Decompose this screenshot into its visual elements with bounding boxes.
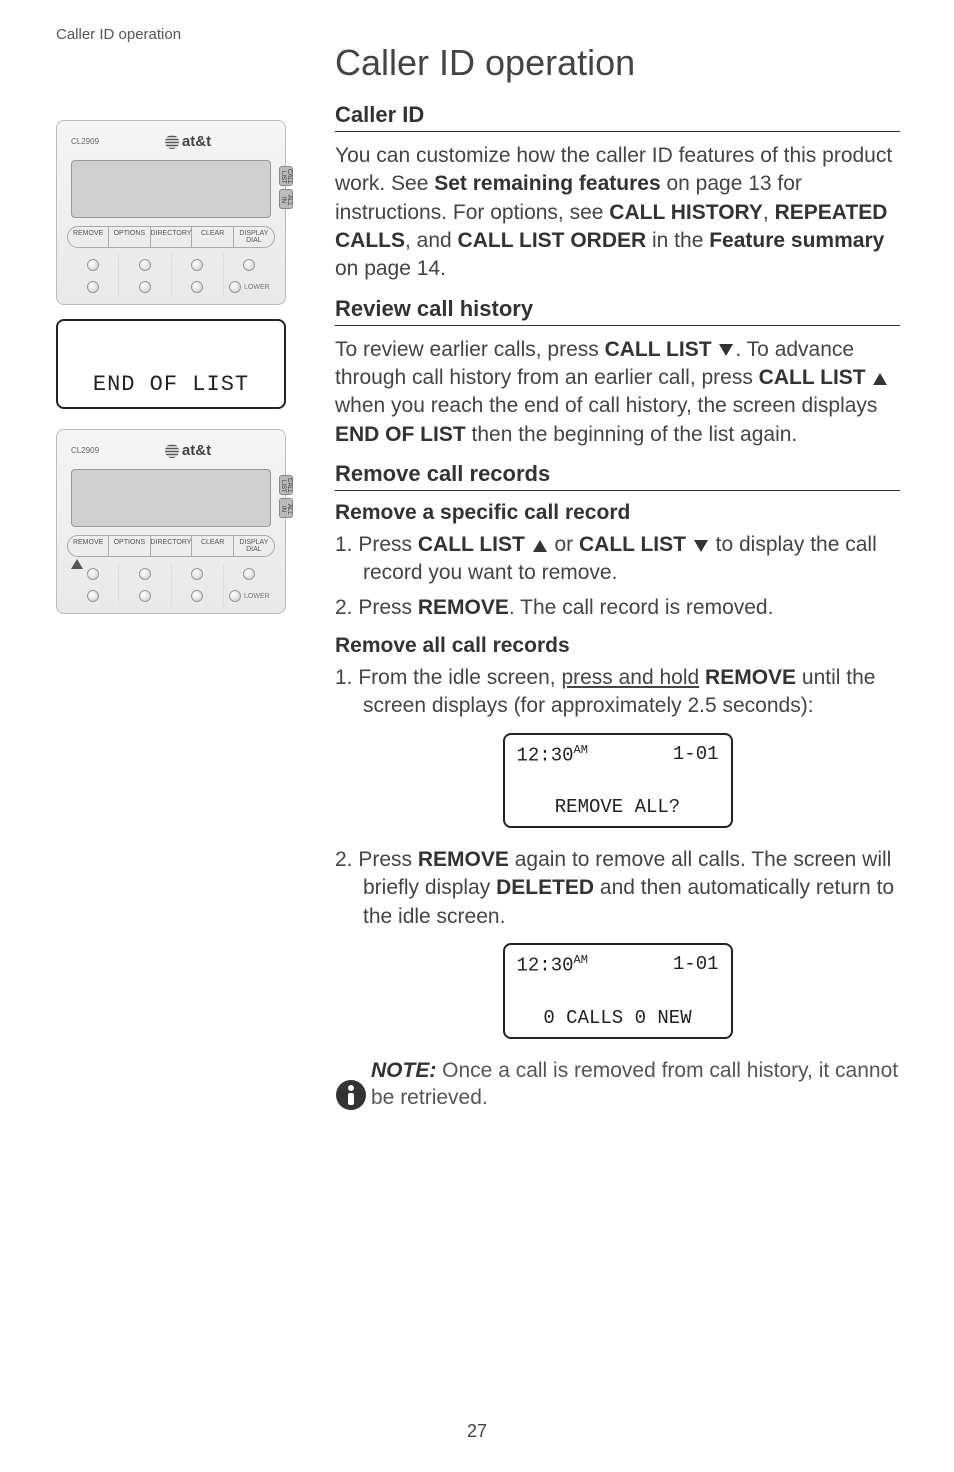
remove-all-step2: 2. Press REMOVE again to remove all call… — [335, 846, 900, 931]
att-logo: at&t — [105, 133, 271, 150]
directory-label: DIRECTORY — [151, 227, 193, 247]
clear-label: CLEAR — [192, 536, 233, 556]
phone-label-row: REMOVE OPTIONS DIRECTORY CLEAR DISPLAY D… — [67, 226, 275, 248]
remove-specific-step1: 1. Press CALL LIST or CALL LIST to displ… — [335, 531, 900, 588]
phone-button — [87, 259, 99, 271]
triangle-down-icon — [719, 344, 733, 356]
phone-illustration-2: CL2909 at&t CALL LIST ALL IN REMOVE OPTI… — [56, 429, 286, 614]
phone-model: CL2909 — [71, 137, 99, 146]
remove-all-heading: Remove all call records — [335, 634, 900, 658]
display-dial-label: DISPLAY DIAL — [234, 227, 274, 247]
screen-message: REMOVE ALL? — [517, 796, 719, 818]
phone-button — [139, 568, 151, 580]
caller-id-heading: Caller ID — [335, 102, 900, 132]
phone-button — [139, 590, 151, 602]
screen-time: 12:30 — [517, 744, 574, 766]
options-label: OPTIONS — [109, 536, 150, 556]
phone-button — [229, 590, 241, 602]
att-logo: at&t — [105, 442, 271, 459]
screen-ampm: AM — [574, 953, 588, 967]
phone-model: CL2909 — [71, 446, 99, 455]
triangle-down-icon — [694, 540, 708, 552]
remove-all-screen: 12:30AM 1-01 REMOVE ALL? — [503, 733, 733, 828]
phone-button — [191, 281, 203, 293]
remove-specific-step2: 2. Press REMOVE. The call record is remo… — [335, 594, 900, 622]
screen-ampm: AM — [574, 743, 588, 757]
caller-id-text: You can customize how the caller ID feat… — [335, 142, 900, 284]
review-history-heading: Review call history — [335, 296, 900, 326]
screen-date: 1-01 — [673, 953, 719, 976]
phone-label-row: REMOVE OPTIONS DIRECTORY CLEAR DISPLAY D… — [67, 535, 275, 557]
left-column: CL2909 at&t CALL LIST ALL IN REMOVE OPTI… — [56, 120, 296, 628]
all-in-side-button: ALL IN — [279, 189, 293, 209]
triangle-up-icon — [533, 540, 547, 552]
remove-label: REMOVE — [68, 536, 109, 556]
page-header: Caller ID operation — [56, 26, 181, 43]
call-list-side-button: CALL LIST — [279, 475, 293, 495]
note-text: Once a call is removed from call history… — [371, 1059, 898, 1109]
phone-lcd — [71, 469, 271, 527]
page-title: Caller ID operation — [335, 42, 900, 84]
phone-button — [243, 568, 255, 580]
screen-date: 1-01 — [673, 743, 719, 766]
idle-screen: 12:30AM 1-01 0 CALLS 0 NEW — [503, 943, 733, 1038]
display-dial-label: DISPLAY DIAL — [234, 536, 274, 556]
main-column: Caller ID operation Caller ID You can cu… — [335, 42, 900, 1111]
remove-label: REMOVE — [68, 227, 109, 247]
end-of-list-screen: END OF LIST — [56, 319, 286, 409]
page-number: 27 — [0, 1421, 954, 1442]
phone-button — [191, 590, 203, 602]
lower-label: LOWER — [244, 593, 270, 600]
remove-records-heading: Remove call records — [335, 461, 900, 491]
triangle-up-icon — [873, 373, 887, 385]
call-list-side-button: CALL LIST — [279, 166, 293, 186]
directory-label: DIRECTORY — [151, 536, 193, 556]
review-history-text: To review earlier calls, press CALL LIST… — [335, 336, 900, 449]
remove-specific-heading: Remove a specific call record — [335, 501, 900, 525]
lower-label: LOWER — [244, 284, 270, 291]
phone-button — [87, 590, 99, 602]
note-label: NOTE: — [371, 1059, 436, 1082]
phone-button — [243, 259, 255, 271]
all-in-side-button: ALL IN — [279, 498, 293, 518]
remove-all-step1: 1. From the idle screen, press and hold … — [335, 664, 900, 721]
info-icon — [335, 1079, 367, 1111]
options-label: OPTIONS — [109, 227, 150, 247]
phone-button — [87, 568, 99, 580]
phone-button — [139, 281, 151, 293]
phone-button — [191, 259, 203, 271]
clear-label: CLEAR — [192, 227, 233, 247]
phone-button — [191, 568, 203, 580]
phone-button — [229, 281, 241, 293]
phone-illustration-1: CL2909 at&t CALL LIST ALL IN REMOVE OPTI… — [56, 120, 286, 305]
screen-time: 12:30 — [517, 955, 574, 977]
phone-lcd — [71, 160, 271, 218]
phone-button — [87, 281, 99, 293]
arrow-up-icon — [71, 559, 83, 569]
screen-message: 0 CALLS 0 NEW — [517, 1007, 719, 1029]
note: NOTE: Once a call is removed from call h… — [335, 1057, 900, 1112]
phone-button — [139, 259, 151, 271]
